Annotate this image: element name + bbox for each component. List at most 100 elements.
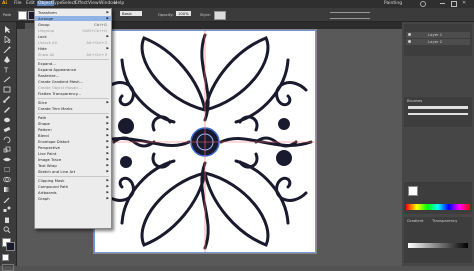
ornament-artwork[interactable] [94,30,316,253]
search-icon[interactable] [420,1,426,7]
fill-swatch[interactable] [18,11,27,20]
menu-item-graph[interactable]: Graph ▶ [35,196,111,201]
transparency-tab[interactable]: Transparency [432,218,457,223]
menu-item-envelope-distort[interactable]: Envelope Distort ▶ [35,139,111,144]
blob-brush-icon[interactable] [3,116,11,123]
hand-tool-icon[interactable] [3,216,11,223]
menu-file[interactable]: File [14,1,22,6]
menu-item-create-gradient-mesh[interactable]: Create Gradient Mesh... [35,79,111,84]
layer-row[interactable]: Layer 2 [406,39,470,45]
menu-type[interactable]: Type [52,1,62,6]
menu-item-ungroup[interactable]: Ungroup Shift+Ctrl+G [35,28,111,33]
menu-item-transform[interactable]: Transform ▶ [35,10,111,15]
menu-item-pattern[interactable]: Pattern ▶ [35,127,111,132]
menu-item-shape[interactable]: Shape ▶ [35,121,111,126]
gradient-tool-icon[interactable] [3,186,11,193]
menu-item-blend[interactable]: Blend ▶ [35,133,111,138]
draw-mode-icon[interactable] [2,264,14,271]
artboard[interactable] [93,29,317,254]
menu-item-lock[interactable]: Lock ▶ [35,34,111,39]
menu-item-live-paint[interactable]: Live Paint ▶ [35,151,111,156]
menu-item-label: Live Paint [38,151,57,156]
menu-item-path[interactable]: Path ▶ [35,115,111,120]
line-tool-icon[interactable] [3,76,11,83]
menu-item-expand-appearance[interactable]: Expand Appearance [35,67,111,72]
layer-name[interactable]: Layer 1 [428,32,442,37]
gradient-slider[interactable] [408,243,468,248]
brush-definition[interactable]: Basic [120,11,142,16]
rectangle-tool-icon[interactable] [3,86,11,93]
maximize-icon[interactable] [451,1,457,7]
close-icon[interactable]: ✕ [462,0,466,6]
direct-selection-tool-icon[interactable] [3,36,11,43]
color-spectrum[interactable] [406,204,470,210]
rotate-tool-icon[interactable] [3,136,11,143]
menu-help[interactable]: Help [114,1,124,6]
app-logo: Ai [2,1,8,6]
pen-tool-icon[interactable] [3,56,11,63]
menu-item-compound-path[interactable]: Compound Path ▶ [35,184,111,189]
width-tool-icon[interactable] [3,156,11,163]
brushes-title[interactable]: Brushes [407,98,422,103]
workspace-switcher[interactable]: Painting [384,1,402,6]
menu-view[interactable]: View [88,1,99,6]
menu-item-label: Ungroup [38,28,55,33]
eraser-tool-icon[interactable] [3,126,11,133]
menu-item-hide[interactable]: Hide ▶ [35,46,111,51]
menu-item-clipping-mask[interactable]: Clipping Mask ▶ [35,178,111,183]
layer-name[interactable]: Layer 2 [428,39,442,44]
menu-effect[interactable]: Effect [75,1,88,6]
menu-select[interactable]: Select [62,1,76,6]
menu-item-group[interactable]: Group Ctrl+G [35,22,111,27]
menu-edit[interactable]: Edit [26,1,35,6]
align-icon[interactable] [330,12,370,19]
menu-item-artboards[interactable]: Artboards ▶ [35,190,111,195]
submenu-arrow-icon: ▶ [106,34,109,38]
menu-item-image-trace[interactable]: Image Trace ▶ [35,157,111,162]
pencil-tool-icon[interactable] [3,106,11,113]
menu-item-rasterize[interactable]: Rasterize... [35,73,111,78]
menu-item-label: Create Trim Marks [38,106,73,111]
menu-item-sketch-and-line-art[interactable]: Sketch and Line Art ▶ [35,169,111,174]
paintbrush-tool-icon[interactable] [3,96,11,103]
free-transform-icon[interactable] [3,166,11,173]
brush-stroke-preview[interactable] [408,113,468,115]
type-tool-icon[interactable]: T [3,66,11,74]
eyedropper-icon[interactable] [3,196,11,203]
shape-builder-icon[interactable] [3,176,11,183]
style-label: Style: [200,12,211,17]
menu-item-expand[interactable]: Expand... [35,61,111,66]
menu-item-unlock-all[interactable]: Unlock All Alt+Ctrl+2 [35,40,111,45]
scale-tool-icon[interactable] [3,146,11,153]
menu-separator [37,98,109,99]
menu-item-arrange[interactable]: Arrange ▶ [35,16,111,21]
menu-item-flatten-transparency[interactable]: Flatten Transparency... [35,91,111,96]
blend-tool-icon[interactable] [3,206,11,213]
menu-item-label: Arrange [38,16,54,21]
opacity-field[interactable]: 100% [176,11,191,16]
zoom-tool-icon[interactable] [3,226,11,233]
submenu-arrow-icon: ▶ [106,169,109,173]
minimize-icon[interactable] [440,3,445,4]
menu-item-create-object-mosaic[interactable]: Create Object Mosaic... [35,85,111,90]
none-swatch-icon[interactable] [2,254,9,261]
menu-item-label: Unlock All [38,40,57,45]
gradient-tab[interactable]: Gradient [407,218,424,223]
menu-separator [37,113,109,114]
menu-item-perspective[interactable]: Perspective ▶ [35,145,111,150]
eye-icon[interactable] [408,33,411,36]
brush-stroke-preview[interactable] [408,106,468,109]
menu-item-text-wrap[interactable]: Text Wrap ▶ [35,163,111,168]
selection-tool-icon[interactable] [3,26,11,33]
brushes-panel: Brushes [404,97,472,127]
menu-item-show-all[interactable]: Show All Alt+Ctrl+3 [35,52,111,57]
menu-item-slice[interactable]: Slice ▶ [35,100,111,105]
magic-wand-icon[interactable] [3,46,11,53]
submenu-arrow-icon: ▶ [106,127,109,131]
fill-color-icon[interactable] [408,186,418,196]
layer-row[interactable]: Layer 1 [406,32,470,38]
style-swatch[interactable] [214,11,226,20]
stroke-color-icon[interactable] [6,242,15,251]
eye-icon[interactable] [408,40,411,43]
menu-item-create-trim-marks[interactable]: Create Trim Marks [35,106,111,111]
